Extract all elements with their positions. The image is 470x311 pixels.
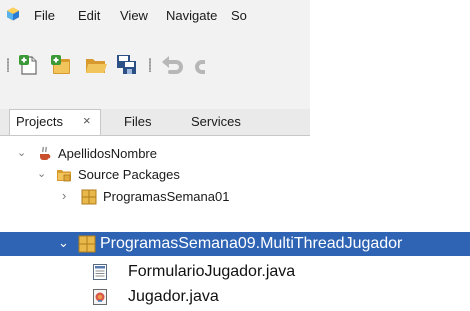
project-name: ApellidosNombre [58, 146, 157, 161]
undo-icon [162, 56, 183, 74]
menu-navigate[interactable]: Navigate [166, 8, 217, 23]
menu-file[interactable]: File [34, 8, 55, 23]
package-icon [78, 235, 96, 253]
toolbar [0, 48, 310, 82]
package-name: ProgramasSemana01 [103, 189, 230, 204]
source-folder-icon [57, 170, 71, 182]
menu-bar: File Edit View Navigate So [0, 0, 310, 30]
new-project-icon [51, 55, 70, 74]
toolbar-grip[interactable] [7, 58, 9, 72]
new-project-button[interactable] [49, 53, 73, 77]
tab-services[interactable]: Services [191, 114, 241, 129]
chevron-down-icon[interactable]: ⌄ [58, 236, 69, 250]
menu-source[interactable]: So [231, 8, 247, 23]
package-icon [81, 189, 97, 205]
tree-node-project[interactable]: ⌄ ApellidosNombre [0, 144, 310, 164]
new-file-icon [19, 55, 37, 75]
new-file-button[interactable] [17, 53, 41, 77]
redo-icon [195, 60, 205, 74]
chevron-right-icon[interactable]: › [62, 189, 66, 202]
save-all-button[interactable] [115, 53, 139, 77]
tab-files[interactable]: Files [124, 114, 151, 129]
tree-node-source-packages[interactable]: ⌄ Source Packages [0, 165, 310, 185]
java-project-icon [40, 146, 51, 160]
tree-node-package[interactable]: › ProgramasSemana01 [0, 187, 310, 207]
java-class-icon [93, 289, 107, 305]
source-packages-label: Source Packages [78, 167, 180, 182]
open-project-button[interactable] [84, 53, 108, 77]
file-name: FormularioJugador.java [128, 263, 296, 280]
chevron-down-icon[interactable]: ⌄ [17, 147, 26, 159]
toolbar-grip-2[interactable] [149, 58, 151, 72]
tree-node-file[interactable]: FormularioJugador.java [0, 261, 470, 283]
menu-view[interactable]: View [120, 8, 148, 23]
close-icon[interactable]: × [83, 113, 91, 128]
undo-button[interactable] [161, 53, 185, 77]
netbeans-cube-icon[interactable] [6, 7, 20, 21]
redo-button[interactable] [193, 53, 205, 77]
chevron-down-icon[interactable]: ⌄ [37, 168, 46, 180]
tree-node-file[interactable]: Jugador.java [0, 286, 470, 308]
menu-edit[interactable]: Edit [78, 8, 100, 23]
selected-package-name: ProgramasSemana09.MultiThreadJugador [100, 235, 403, 252]
save-all-icon [117, 55, 136, 74]
form-file-icon [93, 264, 107, 280]
project-tree: ⌄ ApellidosNombre ⌄ Source Packages › Pr… [0, 136, 310, 211]
tab-projects-label[interactable]: Projects [16, 114, 63, 129]
file-name: Jugador.java [128, 288, 219, 305]
ide-window: File Edit View Navigate So Projects × Fi… [0, 0, 310, 211]
open-project-icon [86, 59, 107, 73]
